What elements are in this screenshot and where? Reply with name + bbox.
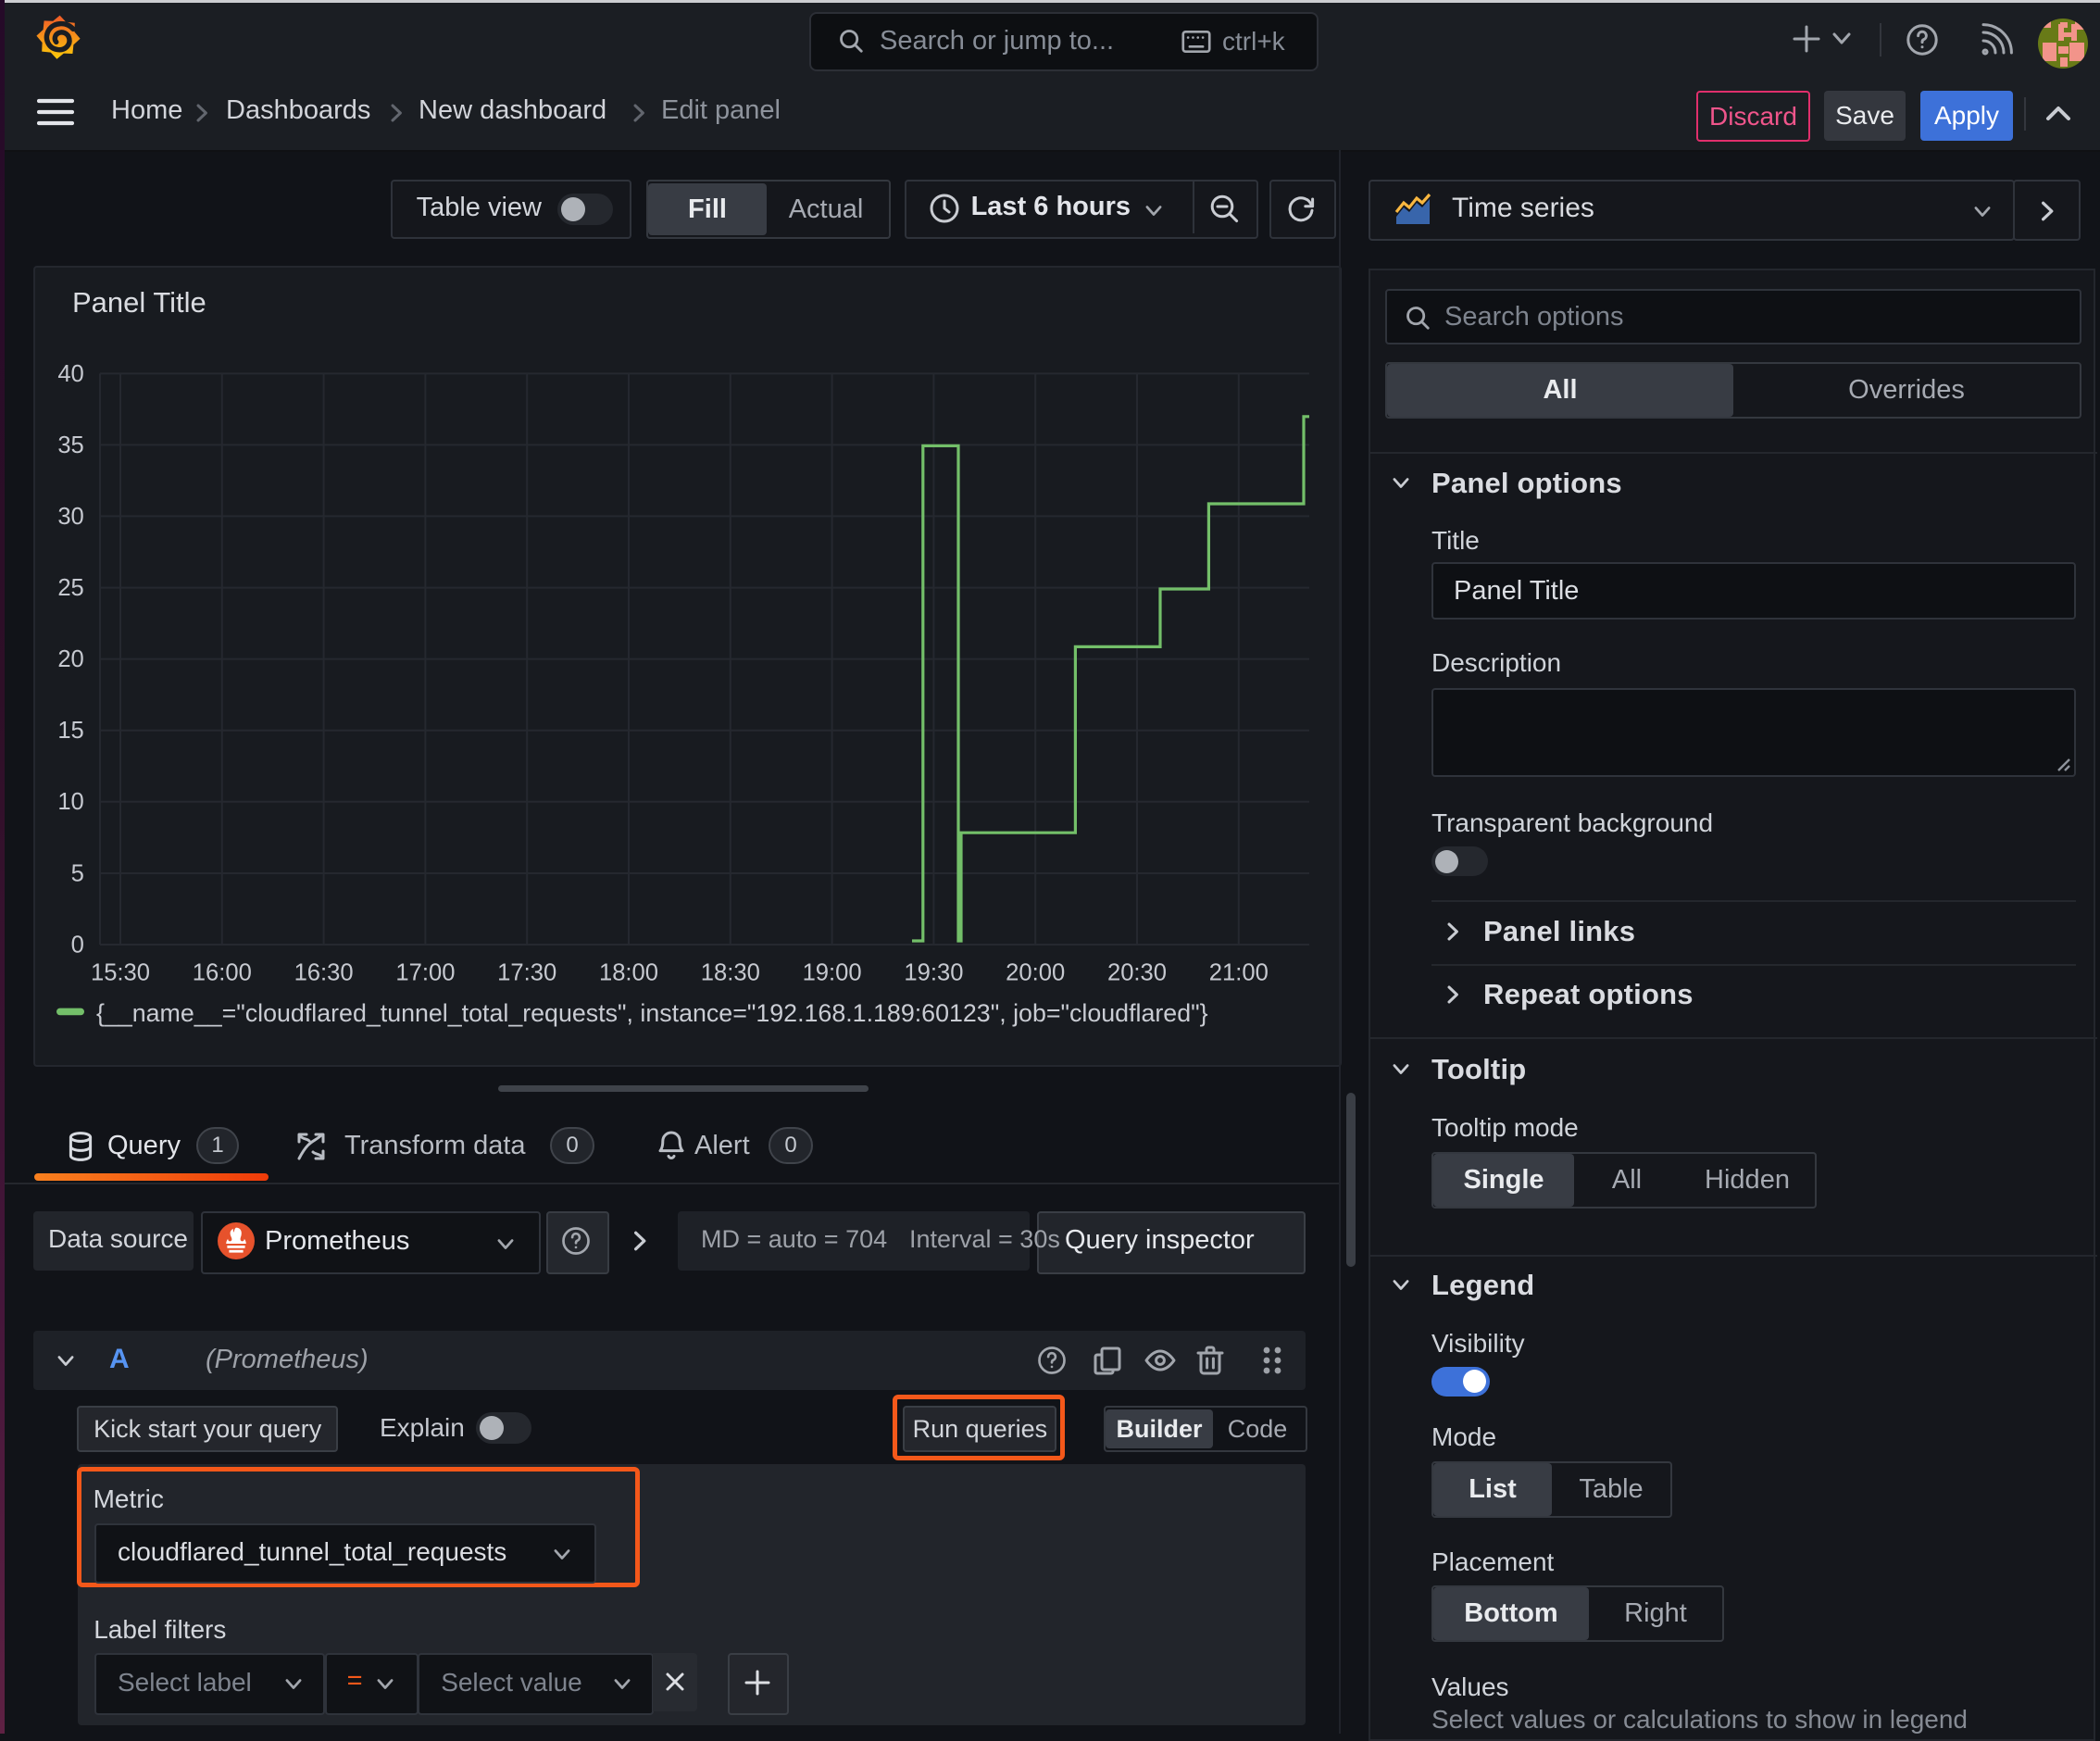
svg-text:40: 40 — [57, 361, 83, 387]
svg-text:20:00: 20:00 — [1006, 959, 1065, 985]
svg-text:0: 0 — [71, 932, 84, 958]
svg-text:17:00: 17:00 — [395, 959, 455, 985]
svg-text:18:00: 18:00 — [599, 959, 658, 985]
svg-text:20:30: 20:30 — [1107, 959, 1167, 985]
svg-text:15:30: 15:30 — [91, 959, 150, 985]
svg-text:16:30: 16:30 — [294, 959, 354, 985]
svg-text:20: 20 — [57, 646, 83, 672]
svg-text:21:00: 21:00 — [1209, 959, 1269, 985]
svg-text:5: 5 — [71, 860, 84, 886]
svg-text:19:00: 19:00 — [803, 959, 862, 985]
svg-text:18:30: 18:30 — [701, 959, 760, 985]
svg-text:10: 10 — [57, 789, 83, 815]
svg-text:15: 15 — [57, 718, 83, 744]
svg-text:16:00: 16:00 — [193, 959, 252, 985]
svg-text:35: 35 — [57, 432, 83, 458]
svg-text:17:30: 17:30 — [497, 959, 556, 985]
svg-text:25: 25 — [57, 575, 83, 601]
svg-text:30: 30 — [57, 504, 83, 530]
svg-text:19:30: 19:30 — [904, 959, 963, 985]
